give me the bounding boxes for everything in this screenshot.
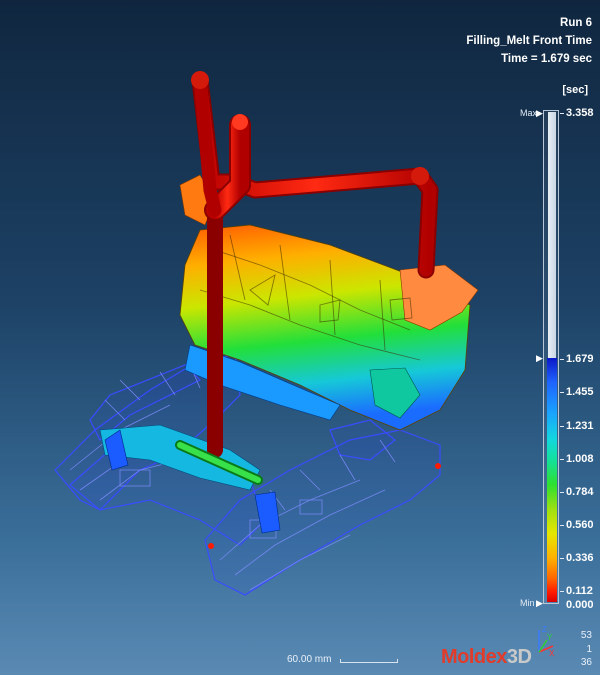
min-pointer-icon: ▶ [536, 598, 543, 608]
current-value-pointer-icon: ▶ [536, 353, 543, 363]
legend-color-bar [547, 358, 557, 602]
legend-tick: 0.784 [566, 486, 594, 498]
legend-tick: 1.455 [566, 386, 594, 398]
legend-tick: 3.358 [566, 107, 594, 119]
scale-bar-label: 60.00 mm [287, 654, 332, 665]
gate-point [208, 543, 214, 549]
legend-tick: 1.231 [566, 420, 594, 432]
legend-tick: 1.008 [566, 453, 594, 465]
legend-tick-mark [560, 392, 564, 393]
model-viewport[interactable] [0, 0, 600, 675]
legend-min-label: Min [520, 598, 535, 608]
triad-y-label: Y [547, 633, 553, 642]
axis-triad-icon[interactable]: Z Y X [527, 622, 557, 662]
triad-x-label: X [549, 649, 555, 658]
scale-bar [340, 659, 398, 663]
legend-tick: 0.336 [566, 552, 594, 564]
view-counts: 53 1 36 [581, 629, 592, 670]
legend-tick-mark [560, 525, 564, 526]
legend-tick-mark [560, 359, 564, 360]
moldex3d-logo: Moldex3D [441, 646, 532, 668]
legend-tick-mark [560, 492, 564, 493]
legend-tick: 0.560 [566, 519, 594, 531]
legend-tick: 0.112 [566, 585, 593, 597]
count-value: 1 [586, 643, 592, 655]
legend-max-label: Max [520, 108, 538, 118]
legend-tick-mark [560, 558, 564, 559]
legend-tick-mark [560, 426, 564, 427]
legend-tick: 0.000 [566, 599, 594, 611]
legend-tick-mark [560, 591, 564, 592]
legend-tick-mark [560, 459, 564, 460]
count-value: 53 [580, 630, 592, 641]
count-value: 36 [580, 657, 592, 668]
legend-unfilled-range [548, 112, 556, 358]
legend-unit: [sec] [562, 84, 588, 96]
legend-tick: 1.679 [566, 353, 594, 365]
max-pointer-icon: ▶ [536, 108, 543, 118]
gate-point [435, 463, 441, 469]
legend-tick-mark [560, 113, 564, 114]
